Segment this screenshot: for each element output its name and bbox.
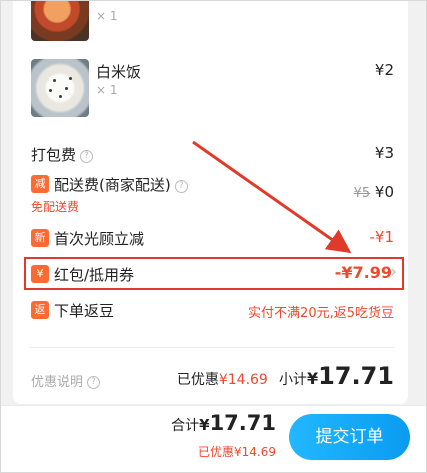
rebate-label: 下单返豆 [54, 302, 115, 320]
total-label: 合计 [171, 418, 200, 434]
delivery-fee-value-group: ¥5 ¥0 [354, 183, 394, 201]
delivery-fee-label: 配送费(商家配送) [54, 176, 171, 194]
section-divider [29, 347, 394, 348]
subtotal-value: 17.71 [318, 362, 394, 390]
delivery-fee-row: 配送费(商家配送)? [54, 174, 188, 195]
packing-fee-row: 打包费? [31, 144, 94, 165]
order-confirmation-page: × 1 白米饭 × 1 ¥2 打包费? ¥3 减 配送费(商家配送)? 免配送费… [0, 0, 427, 473]
subtotal-label: 小计 [278, 372, 307, 388]
total-group: 合计¥17.71 [171, 411, 276, 435]
delivery-fee-original: ¥5 [353, 186, 371, 201]
discount-tag-icon: 减 [31, 175, 49, 193]
coupon-tag-icon: ¥ [31, 265, 49, 283]
dish-thumbnail-rice [31, 59, 89, 117]
help-icon[interactable]: ? [174, 180, 188, 193]
dish-name: 白米饭 [96, 63, 142, 81]
delivery-fee-value: ¥0 [374, 183, 394, 201]
dish-thumbnail-top [31, 1, 89, 41]
free-delivery-note: 免配送费 [31, 200, 80, 214]
first-order-value: -¥1 [369, 228, 395, 246]
submit-order-button[interactable]: 提交订单 [289, 414, 410, 460]
rebate-tag-icon: 返 [31, 301, 49, 319]
dish-price: ¥2 [374, 61, 394, 79]
chevron-right-icon[interactable]: › [390, 262, 397, 282]
subtotal-group: 已优惠¥14.69 小计¥17.71 [177, 362, 394, 390]
coupon-value[interactable]: -¥7.99 [335, 263, 392, 282]
first-order-label: 首次光顾立减 [54, 230, 145, 248]
discount-note-label: 优惠说明 [31, 375, 84, 390]
rebate-value: 实付不满20元,返5吃货豆 [248, 306, 394, 321]
dish-quantity: × 1 [96, 9, 118, 23]
discount-amount: ¥14.69 [218, 372, 268, 388]
help-icon[interactable]: ? [80, 150, 94, 163]
dish-quantity: × 1 [96, 83, 118, 97]
discount-prefix: 已优惠 [176, 372, 219, 388]
packing-fee-value: ¥3 [374, 144, 394, 162]
footer-discount-text: 已优惠¥14.69 [198, 445, 276, 459]
discount-note-row[interactable]: 优惠说明? [31, 371, 101, 390]
packing-fee-label: 打包费 [31, 146, 77, 164]
help-icon[interactable]: ? [87, 376, 101, 389]
new-customer-tag-icon: 新 [31, 229, 49, 247]
coupon-label[interactable]: 红包/抵用券 [54, 264, 134, 285]
total-currency: ¥ [199, 416, 210, 434]
total-value: 17.71 [209, 411, 276, 435]
subtotal-currency: ¥ [306, 369, 319, 388]
